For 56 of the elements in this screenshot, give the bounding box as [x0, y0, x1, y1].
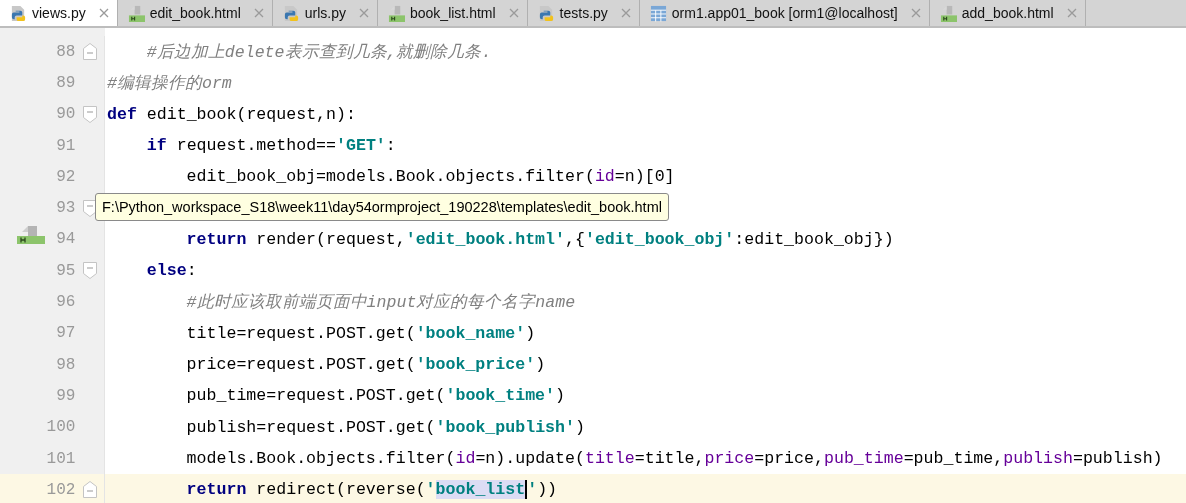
file-path-tooltip: F:\Python_workspace_S18\week11\day54ormproject_190228\templates\edit_book.html — [95, 193, 669, 221]
code-line: return render(request,'edit_book.html',{'edit_book_obj':edit_book_obj}) — [186, 229, 894, 249]
code-line: def edit_book(request,n): — [107, 104, 356, 124]
editor-tab[interactable]: tests.py — [527, 0, 640, 26]
python-file-icon — [10, 4, 27, 22]
line-number: 89 — [55, 73, 76, 92]
python-file-icon — [537, 4, 555, 22]
code-line: return redirect(reverse('book_list')) — [186, 480, 558, 500]
code-line: else: — [146, 261, 197, 281]
line-number: 101 — [45, 449, 76, 468]
close-icon[interactable] — [508, 8, 519, 18]
close-icon[interactable] — [359, 8, 369, 18]
code-line: #此时应该取前端页面中input对应的每个名字name — [186, 292, 576, 313]
code-line: pub_time=request.POST.get('book_time') — [186, 386, 565, 406]
close-icon[interactable] — [910, 8, 921, 18]
fold-icon[interactable] — [82, 43, 97, 61]
line-number: 99 — [55, 386, 76, 405]
table-icon — [649, 4, 667, 22]
editor-tab[interactable]: book_list.html — [378, 0, 528, 26]
close-icon[interactable] — [253, 8, 264, 18]
code-line: #编辑操作的orm — [107, 72, 232, 94]
editor-tab[interactable]: edit_book.html — [117, 0, 273, 26]
code-line: #后边加上delete表示查到几条,就删除几条. — [146, 41, 492, 63]
line-number: 90 — [55, 105, 76, 124]
editor-tab[interactable]: add_book.html — [929, 0, 1086, 26]
line-number: 92 — [55, 167, 76, 186]
html-file-icon[interactable] — [17, 225, 46, 246]
editor-tab[interactable]: orm1.app01_book [orm1@localhost] — [639, 0, 930, 26]
python-file-icon — [282, 4, 300, 22]
editor-tab[interactable]: urls.py — [272, 0, 378, 26]
close-icon[interactable] — [620, 8, 631, 18]
html-file-icon — [388, 4, 405, 22]
html-file-icon — [127, 4, 145, 22]
line-number: 100 — [45, 418, 76, 437]
code-line: edit_book_obj=models.Book.objects.filter(id=n)[0] — [186, 167, 675, 187]
close-icon[interactable] — [98, 8, 109, 18]
fold-icon[interactable] — [82, 105, 97, 123]
line-number: 94 — [55, 230, 76, 249]
code-line: publish=request.POST.get('book_publish') — [186, 417, 585, 437]
code-line: if request.method=='GET': — [146, 136, 396, 156]
code-line: models.Book.objects.filter(id=n).update(title=title,price=price,pub_time=pub_time,publish=publish) — [186, 449, 1163, 468]
code-line: price=request.POST.get('book_price') — [186, 355, 546, 375]
fold-icon[interactable] — [82, 481, 97, 499]
close-icon[interactable] — [1066, 8, 1077, 18]
line-number: 96 — [55, 293, 76, 311]
code-line: title=request.POST.get('book_name') — [186, 323, 536, 343]
line-number: 88 — [55, 42, 76, 61]
editor-tab[interactable]: views.py — [0, 0, 118, 26]
fold-icon[interactable] — [82, 262, 97, 280]
html-file-icon — [939, 4, 957, 22]
line-number: 102 — [45, 480, 76, 499]
line-number: 95 — [55, 261, 76, 280]
line-number: 98 — [55, 355, 76, 374]
line-number: 91 — [55, 136, 76, 155]
line-number: 97 — [55, 324, 76, 343]
line-number: 93 — [55, 199, 76, 218]
